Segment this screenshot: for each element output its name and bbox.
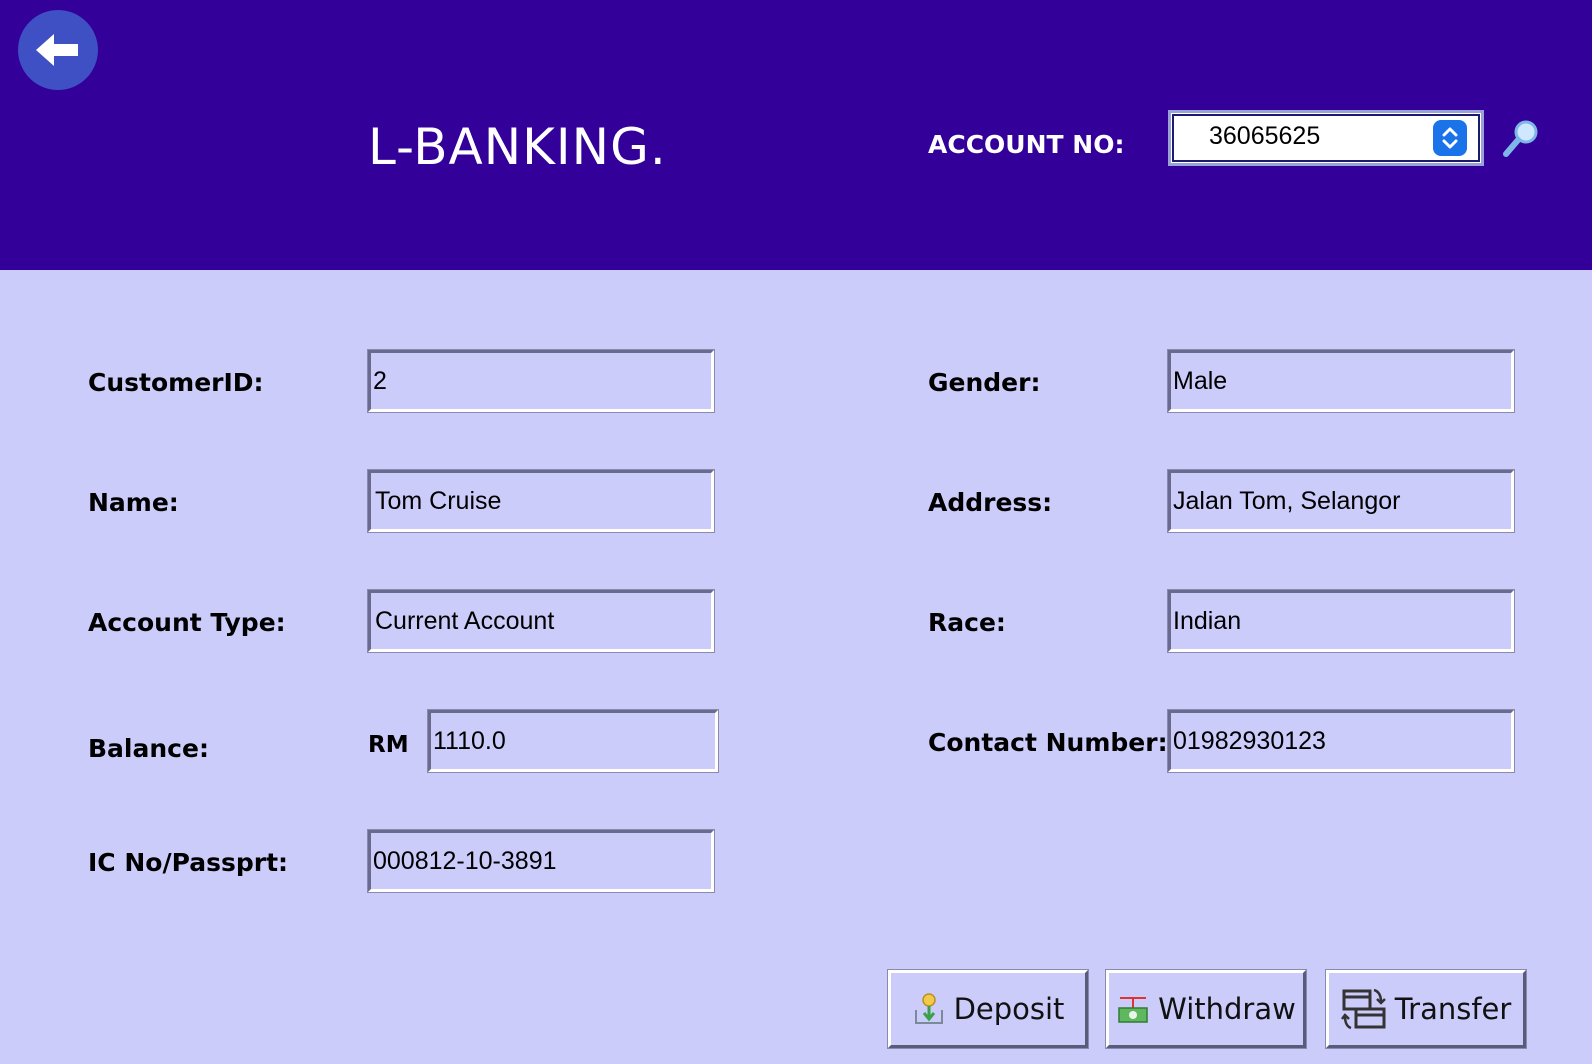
customer-id-field[interactable]: 2 [367,349,715,413]
transfer-label: Transfer [1394,992,1512,1026]
account-no-value: 36065625 [1209,122,1321,150]
app-title: L-BANKING. [368,118,667,176]
arrow-left-icon [36,34,78,66]
chevron-up-down-icon[interactable] [1433,120,1467,156]
cash-withdraw-icon [1116,992,1150,1026]
deposit-button[interactable]: Deposit [887,969,1089,1049]
account-no-label: ACCOUNT NO: [928,130,1125,159]
account-type-field[interactable]: Current Account [367,589,715,653]
search-icon[interactable] [1502,118,1542,158]
header-bar: L-BANKING. ACCOUNT NO: 36065625 [0,0,1592,270]
account-no-select[interactable]: 36065625 [1168,110,1484,166]
race-field[interactable]: Indian [1167,589,1515,653]
ic-no-label: IC No/Passprt: [88,848,289,877]
name-label: Name: [88,488,179,517]
account-type-label: Account Type: [88,608,286,637]
name-field[interactable]: Tom Cruise [367,469,715,533]
banking-window: L-BANKING. ACCOUNT NO: 36065625 Customer… [0,0,1592,1064]
gender-field[interactable]: Male [1167,349,1515,413]
balance-label: Balance: [88,734,209,763]
coin-deposit-icon [912,992,946,1026]
balance-field[interactable]: 1110.0 [427,709,719,773]
transfer-icon [1340,986,1387,1032]
back-button[interactable] [18,10,98,90]
gender-label: Gender: [928,368,1041,397]
contact-number-field[interactable]: 01982930123 [1167,709,1515,773]
customer-id-label: CustomerID: [88,368,264,397]
race-label: Race: [928,608,1006,637]
contact-number-label: Contact Number: [928,728,1168,757]
ic-no-field[interactable]: 000812-10-3891 [367,829,715,893]
address-label: Address: [928,488,1053,517]
withdraw-label: Withdraw [1158,992,1296,1026]
address-field[interactable]: Jalan Tom, Selangor [1167,469,1515,533]
withdraw-button[interactable]: Withdraw [1105,969,1307,1049]
deposit-label: Deposit [953,992,1065,1026]
transfer-button[interactable]: Transfer [1325,969,1527,1049]
currency-label: RM [368,732,409,758]
